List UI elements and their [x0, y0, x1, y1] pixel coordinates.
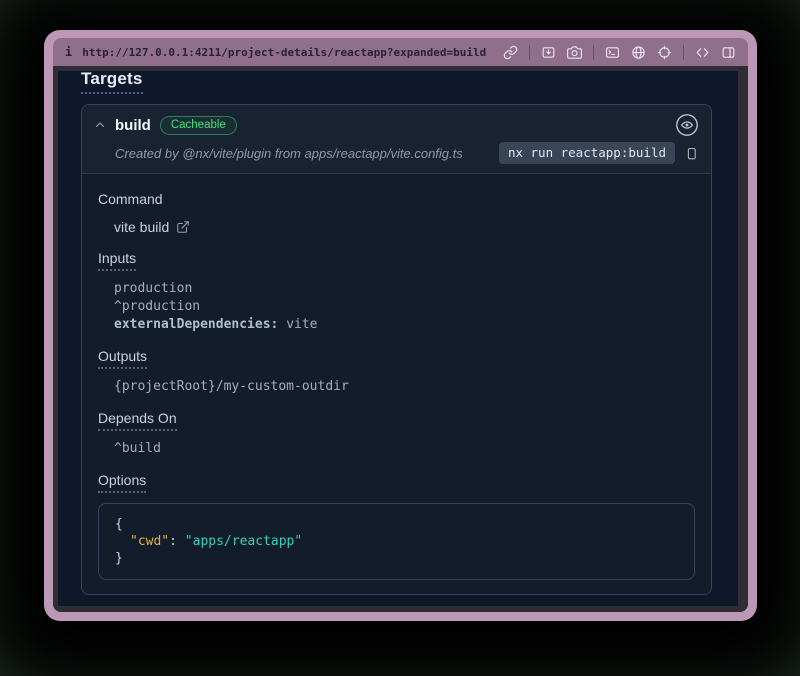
- browser-window: i http://127.0.0.1:4211/project-details/…: [44, 30, 757, 621]
- page-content: Targets build Cacheable C: [58, 71, 738, 606]
- depends-on-item: ^build: [114, 440, 695, 458]
- input-item: production: [114, 280, 695, 298]
- code-line: "cwd": "apps/reactapp": [115, 533, 678, 550]
- json-string-value: "apps/reactapp": [185, 534, 302, 549]
- browser-titlebar: i http://127.0.0.1:4211/project-details/…: [53, 38, 748, 66]
- run-command-chip[interactable]: nx run reactapp:build: [499, 142, 675, 164]
- terminal-icon[interactable]: [605, 45, 620, 60]
- code-line: }: [115, 550, 678, 567]
- split-view-icon[interactable]: [721, 45, 736, 60]
- window-inner-frame: Targets build Cacheable C: [53, 66, 748, 612]
- input-item: ^production: [114, 298, 695, 316]
- target-card-build: build Cacheable Created by @nx/vite/plug…: [81, 104, 712, 595]
- depends-on-label: Depends On: [98, 410, 177, 431]
- build-card-body: Command vite build Inputs production: [82, 174, 711, 594]
- outputs-label: Outputs: [98, 348, 147, 369]
- depends-on-section: Depends On ^build: [98, 410, 695, 458]
- inputs-section: Inputs production ^production externalDe…: [98, 250, 695, 334]
- json-property: "cwd": [130, 534, 169, 549]
- inputs-label: Inputs: [98, 250, 136, 271]
- options-label: Options: [98, 472, 146, 493]
- import-image-icon[interactable]: [541, 45, 556, 60]
- view-in-graph-button[interactable]: [675, 113, 699, 137]
- page-title: Targets: [81, 71, 143, 94]
- external-link-icon[interactable]: [176, 220, 190, 234]
- outputs-section: Outputs {projectRoot}/my-custom-outdir: [98, 348, 695, 396]
- url-bar[interactable]: http://127.0.0.1:4211/project-details/re…: [82, 46, 486, 59]
- crosshair-icon[interactable]: [657, 45, 672, 60]
- build-card-header[interactable]: build Cacheable Created by @nx/vite/plug…: [82, 105, 711, 174]
- info-icon: i: [65, 45, 72, 59]
- camera-icon[interactable]: [567, 45, 582, 60]
- code-icon[interactable]: [695, 45, 710, 60]
- options-section: Options { "cwd": "apps/reactapp" }: [98, 472, 695, 580]
- target-name: build: [115, 117, 151, 134]
- input-key: externalDependencies:: [114, 317, 278, 332]
- toolbar-separator: [593, 45, 594, 60]
- titlebar-toolbar: [503, 45, 736, 60]
- input-value: vite: [278, 317, 317, 332]
- toolbar-separator: [683, 45, 684, 60]
- command-value: vite build: [114, 218, 169, 236]
- command-label: Command: [98, 191, 163, 207]
- chevron-up-icon[interactable]: [94, 119, 106, 131]
- output-item: {projectRoot}/my-custom-outdir: [114, 378, 695, 396]
- toolbar-separator: [529, 45, 530, 60]
- options-code-block: { "cwd": "apps/reactapp" }: [98, 503, 695, 580]
- code-line: {: [115, 516, 678, 533]
- input-item: externalDependencies: vite: [114, 316, 695, 334]
- created-by-text: Created by @nx/vite/plugin from apps/rea…: [115, 146, 463, 161]
- link-icon[interactable]: [503, 45, 518, 60]
- command-section: Command vite build: [98, 191, 695, 236]
- globe-icon[interactable]: [631, 45, 646, 60]
- copy-icon[interactable]: [684, 146, 699, 161]
- cacheable-badge: Cacheable: [160, 116, 237, 135]
